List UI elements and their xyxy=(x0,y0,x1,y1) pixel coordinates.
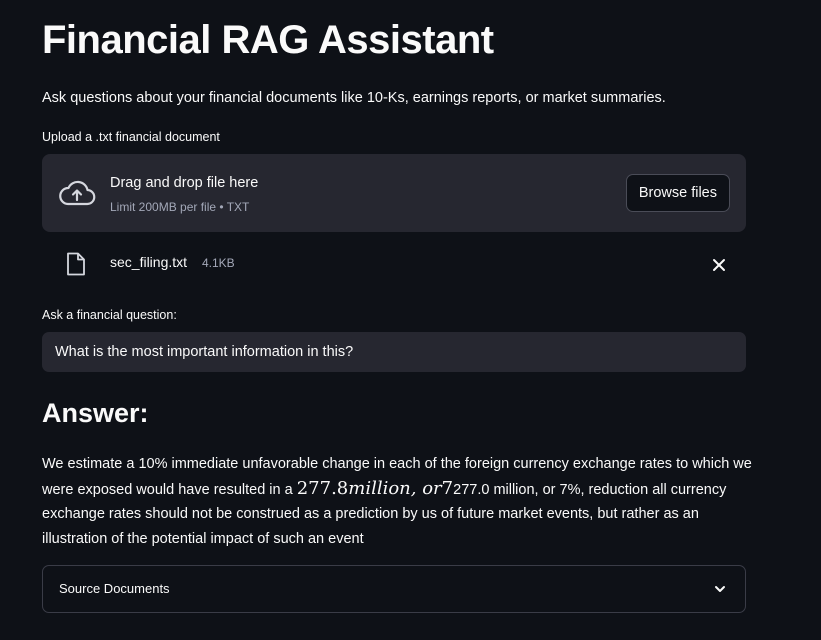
app-page: Financial RAG Assistant Ask questions ab… xyxy=(0,0,821,640)
uploaded-file-row: sec_filing.txt 4.1KB xyxy=(42,244,746,284)
page-subtitle: Ask questions about your financial docum… xyxy=(42,90,666,106)
cloud-upload-icon xyxy=(59,180,96,206)
dropzone-limit: Limit 200MB per file • TXT xyxy=(110,200,250,214)
expander-label: Source Documents xyxy=(59,581,170,596)
page-title: Financial RAG Assistant xyxy=(42,18,494,62)
answer-math-number: 277.8 xyxy=(296,477,349,499)
uploaded-file-size: 4.1KB xyxy=(202,256,235,270)
browse-files-button[interactable]: Browse files xyxy=(625,174,730,212)
answer-heading: Answer: xyxy=(42,398,149,428)
uploaded-file-name: sec_filing.txt xyxy=(110,254,188,270)
upload-label: Upload a .txt financial document xyxy=(42,130,220,144)
file-dropzone[interactable]: Drag and drop file here Limit 200MB per … xyxy=(42,154,746,232)
answer-math-tail: 7 xyxy=(441,477,454,499)
answer-math-fragment: 277.8million, or7 xyxy=(297,478,453,499)
dropzone-instructions: Drag and drop file here xyxy=(110,175,259,191)
close-icon[interactable] xyxy=(710,256,728,274)
answer-math-word: million, or xyxy=(348,477,442,499)
source-documents-expander[interactable]: Source Documents xyxy=(42,565,746,613)
file-icon xyxy=(67,252,85,276)
question-input[interactable] xyxy=(42,332,746,372)
chevron-down-icon xyxy=(715,586,725,592)
answer-text: We estimate a 10% immediate unfavorable … xyxy=(42,452,752,551)
question-label: Ask a financial question: xyxy=(42,308,177,322)
